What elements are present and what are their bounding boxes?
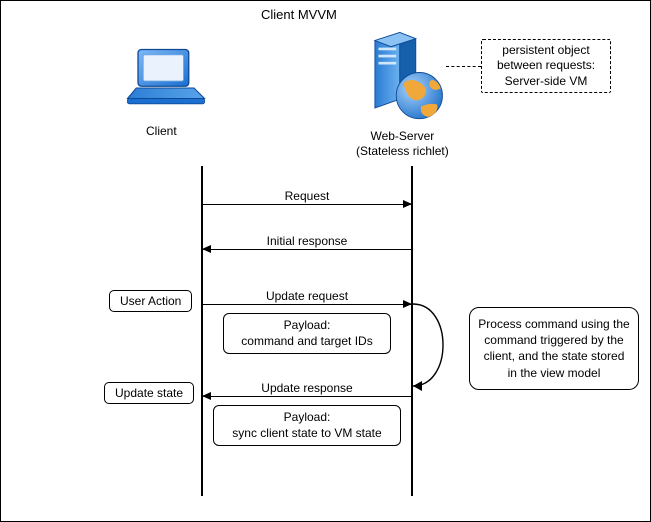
event-update-state-label: Update state (115, 386, 183, 400)
arrow-right-icon (203, 304, 411, 305)
msg-request: Request (203, 189, 411, 205)
laptop-icon (121, 46, 211, 116)
payload2-line1: Payload: (284, 410, 331, 424)
arrow-right-icon (203, 204, 411, 205)
payload-update-response: Payload: sync client state to VM state (213, 405, 401, 446)
msg-update-request-label: Update request (203, 289, 411, 303)
server-label-line1: Web-Server (370, 129, 434, 143)
persistent-note-text: persistent object between requests: Serv… (488, 43, 604, 90)
payload2-line2: sync client state to VM state (232, 426, 381, 440)
msg-update-request: Update request (203, 289, 411, 305)
persistent-connector (446, 66, 481, 67)
arrow-left-icon (203, 249, 411, 250)
msg-initial-response: Initial response (203, 234, 411, 250)
server-label-line2: (Stateless richlet) (356, 144, 449, 158)
event-user-action-label: User Action (120, 294, 181, 308)
lifeline-client (201, 166, 203, 496)
process-command-text: Process command using the command trigge… (478, 317, 629, 380)
event-user-action: User Action (109, 290, 192, 312)
payload1-line1: Payload: (284, 318, 331, 332)
client-label: Client (146, 124, 177, 138)
process-command-box: Process command using the command trigge… (469, 307, 639, 390)
server-globe-icon (366, 29, 446, 124)
event-update-state: Update state (104, 382, 194, 404)
server-label: Web-Server (Stateless richlet) (356, 129, 449, 159)
arrow-left-icon (203, 396, 411, 397)
msg-update-response: Update response (203, 381, 411, 397)
msg-initial-response-label: Initial response (203, 234, 411, 248)
payload-update-request: Payload: command and target IDs (223, 313, 391, 354)
msg-update-response-label: Update response (203, 381, 411, 395)
payload1-line2: command and target IDs (241, 334, 372, 348)
diagram-title: Client MVVM (261, 7, 337, 22)
msg-request-label: Request (203, 189, 411, 203)
diagram-frame: Client MVVM Client (0, 0, 651, 522)
persistent-note-box: persistent object between requests: Serv… (481, 39, 611, 93)
server-self-loop-icon (413, 298, 457, 392)
